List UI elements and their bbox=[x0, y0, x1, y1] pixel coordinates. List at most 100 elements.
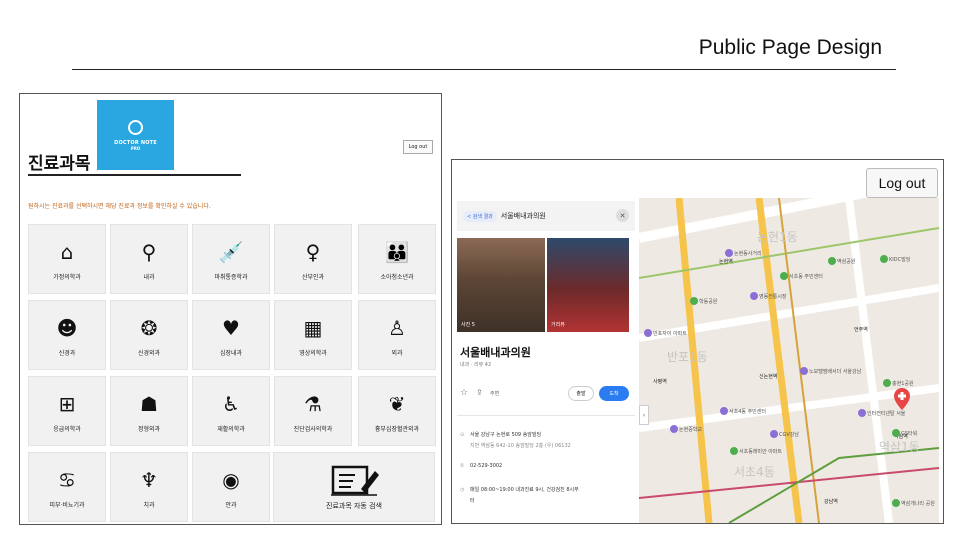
poi-marker-icon[interactable] bbox=[780, 272, 788, 280]
department-tile[interactable]: 👪 소아청소년과 bbox=[358, 224, 436, 294]
auto-search-label: 진료과목 자동 검색 bbox=[326, 502, 382, 510]
department-tile[interactable]: ♆ 치과 bbox=[110, 452, 188, 522]
department-tile[interactable]: ♥ 심장내과 bbox=[192, 300, 270, 370]
home-heart-icon: ⌂ bbox=[60, 239, 74, 264]
department-tile[interactable]: ⚗ 진단검사의학과 bbox=[274, 376, 352, 446]
department-label: 정형외과 bbox=[137, 425, 161, 433]
department-label: 영상의학과 bbox=[299, 349, 327, 357]
poi-marker-icon[interactable] bbox=[770, 430, 778, 438]
poi-marker-icon[interactable] bbox=[670, 425, 678, 433]
map-label-poi[interactable]: 충현1공원 bbox=[892, 380, 914, 387]
tooth-icon: ♆ bbox=[140, 467, 158, 492]
microscope-icon: ⚗ bbox=[304, 391, 322, 416]
poi-marker-icon[interactable] bbox=[690, 297, 698, 305]
map-label-poi[interactable]: 서초4동 주민센터 bbox=[729, 408, 766, 415]
poi-marker-icon[interactable] bbox=[730, 447, 738, 455]
map-label-station[interactable]: 신논현역 bbox=[759, 373, 777, 380]
clinic-name: 서울배내과의원 bbox=[460, 346, 531, 359]
department-tile[interactable]: ♀ 산부인과 bbox=[274, 224, 352, 294]
star-icon[interactable]: ☆ bbox=[460, 388, 468, 398]
map-label-poi[interactable]: 서초동 주민센터 bbox=[789, 273, 823, 280]
map-label-poi[interactable]: 역삼공원 bbox=[837, 258, 855, 265]
arrive-button[interactable]: 도착 bbox=[599, 386, 629, 401]
poi-marker-icon[interactable] bbox=[720, 407, 728, 415]
department-label: 가정의학과 bbox=[53, 273, 81, 281]
street-view-photo[interactable]: 거리뷰 bbox=[547, 238, 629, 332]
kidney-icon: ♋ bbox=[58, 467, 76, 492]
department-tile[interactable]: ◉ 안과 bbox=[192, 452, 270, 522]
poi-marker-icon[interactable] bbox=[725, 249, 733, 257]
department-label: 응급의학과 bbox=[53, 425, 81, 433]
map-label-district: 역삼1동 bbox=[879, 440, 920, 454]
department-tile[interactable]: ♙ 외과 bbox=[358, 300, 436, 370]
poi-marker-icon[interactable] bbox=[880, 255, 888, 263]
logout-button[interactable]: Log out bbox=[866, 168, 938, 198]
map-label-poi[interactable]: 역삼개나리 공원 bbox=[901, 500, 935, 507]
map-label-district: 서초4동 bbox=[734, 465, 775, 479]
poi-marker-icon[interactable] bbox=[800, 367, 808, 375]
card-divider bbox=[457, 415, 635, 416]
heart-icon: ♥ bbox=[222, 315, 240, 340]
map-label-poi[interactable]: 반포자이 아파트 bbox=[653, 330, 687, 337]
map-label-poi[interactable]: 논현중학교 bbox=[679, 426, 702, 433]
map-label-station[interactable]: 논현역 bbox=[719, 258, 733, 265]
eye-icon: ◉ bbox=[222, 467, 240, 492]
map-label-station[interactable]: 강남역 bbox=[824, 498, 838, 505]
slide: Public Page Design DOCTOR NOTE PRO 진료과목 … bbox=[0, 0, 960, 540]
map-label-poi[interactable]: 논현동사거리 bbox=[734, 250, 762, 257]
clinic-location-pin-icon[interactable] bbox=[894, 388, 910, 410]
map-label-station[interactable]: 사평역 bbox=[653, 378, 667, 385]
map-label-poi[interactable]: KIDC빌딩 bbox=[889, 256, 910, 263]
department-tile[interactable]: ⚲ 내과 bbox=[110, 224, 188, 294]
doctor-magnifier-icon: ⚲ bbox=[141, 239, 157, 264]
map-label-poi[interactable]: CGV강남 bbox=[779, 431, 799, 438]
department-tile[interactable]: ♋ 피부·비뇨기과 bbox=[28, 452, 106, 522]
department-tile[interactable]: ☗ 정형외과 bbox=[110, 376, 188, 446]
logout-button[interactable]: Log out bbox=[403, 140, 433, 154]
slide-title: Public Page Design bbox=[698, 36, 882, 59]
map-label-poi[interactable]: 학동공원 bbox=[699, 298, 717, 305]
hours-row[interactable]: ◷ 매일 08:00~19:00 내과진료 9시, 건강검진 8시부 bbox=[460, 486, 579, 493]
phone-text: 02-529-3002 bbox=[470, 463, 503, 469]
department-tile[interactable]: ☻ 신경과 bbox=[28, 300, 106, 370]
department-tile[interactable]: ❦ 흉부심장혈관외과 bbox=[358, 376, 436, 446]
phone-row[interactable]: ✆ 02-529-3002 bbox=[460, 463, 502, 469]
department-tile[interactable]: ♿ 재활의학과 bbox=[192, 376, 270, 446]
poi-marker-icon[interactable] bbox=[883, 379, 891, 387]
department-tile[interactable]: ▦ 영상의학과 bbox=[274, 300, 352, 370]
close-icon[interactable]: ✕ bbox=[616, 209, 629, 222]
poi-marker-icon[interactable] bbox=[892, 499, 900, 507]
header-clinic-name: 서울배내과의원 bbox=[500, 212, 546, 220]
poi-marker-icon[interactable] bbox=[892, 429, 900, 437]
poi-marker-icon[interactable] bbox=[858, 409, 866, 417]
poi-marker-icon[interactable] bbox=[644, 329, 652, 337]
poi-marker-icon[interactable] bbox=[828, 257, 836, 265]
department-tile[interactable]: ⌂ 가정의학과 bbox=[28, 224, 106, 294]
depart-button[interactable]: 출발 bbox=[568, 386, 594, 401]
map-label-station[interactable]: 언주역 bbox=[854, 326, 868, 333]
map-view[interactable]: 논현1동 반포1동 역삼1동 서초4동 논현역 신논현역 언주역 강남역 역삼역 KIDC빌딩 논현… bbox=[639, 198, 939, 523]
map-label-poi[interactable]: 인터컨티넨탈 서울 bbox=[867, 410, 905, 417]
department-page-screenshot: DOCTOR NOTE PRO 진료과목 Log out 원하시는 진료과를 선… bbox=[19, 93, 442, 525]
hours-cont-text: 터 bbox=[470, 498, 475, 504]
lungs-icon: ❦ bbox=[388, 391, 406, 416]
department-tile[interactable]: 💉 마취통증학과 bbox=[192, 224, 270, 294]
doctor-note-logo[interactable]: DOCTOR NOTE PRO bbox=[97, 100, 174, 170]
nearby-button[interactable]: 주변 bbox=[490, 390, 499, 397]
card-header: < 검색 결과 서울배내과의원 ✕ bbox=[457, 201, 635, 231]
department-label: 신경외과 bbox=[137, 349, 161, 357]
collapse-panel-button[interactable]: ‹ bbox=[639, 405, 649, 425]
department-tile[interactable]: ⊞ 응급의학과 bbox=[28, 376, 106, 446]
poi-marker-icon[interactable] bbox=[750, 292, 758, 300]
map-label-poi[interactable]: 영동전통시장 bbox=[759, 293, 787, 300]
map-label-poi[interactable]: GS타워 bbox=[901, 430, 917, 437]
map-label-poi[interactable]: 노보텔앰배서더 서울강남 bbox=[809, 368, 861, 375]
auto-search-button[interactable]: 진료과목 자동 검색 bbox=[273, 452, 435, 522]
department-label: 심장내과 bbox=[219, 349, 243, 357]
department-tile[interactable]: ❂ 신경외과 bbox=[110, 300, 188, 370]
share-icon[interactable]: ⇪ bbox=[476, 388, 483, 397]
map-label-poi[interactable]: 서초동래미안 아파트 bbox=[739, 448, 782, 455]
clinic-photo[interactable]: 사진 5 bbox=[457, 238, 545, 332]
back-to-results-button[interactable]: < 검색 결과 bbox=[463, 210, 497, 222]
address-row: ⊙ 서울 강남구 논현로 509 송암빌딩 bbox=[460, 431, 541, 438]
